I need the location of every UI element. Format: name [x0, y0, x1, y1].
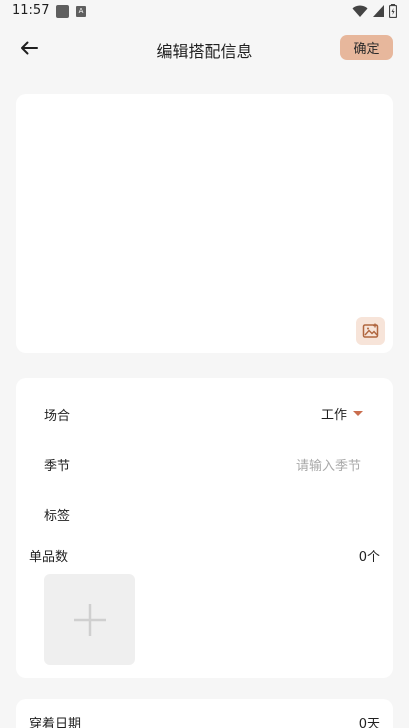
add-image-icon [362, 323, 378, 338]
confirm-button[interactable]: 确定 [340, 35, 393, 60]
season-input[interactable]: 请输入季节 [296, 455, 361, 474]
status-right-icons [352, 4, 397, 18]
occasion-label: 场合 [44, 409, 71, 424]
item-count-label: 单品数 [29, 550, 69, 565]
occasion-dropdown[interactable]: 工作 [321, 404, 363, 423]
tags-label: 标签 [44, 509, 71, 524]
caret-down-icon [353, 411, 363, 416]
wear-days-value: 0天 [358, 717, 380, 728]
status-time: 11:57 [12, 3, 50, 18]
outfit-info-form: 场合 工作 季节 请输入季节 标签 单品数 0个 [16, 378, 393, 678]
season-label: 季节 [44, 459, 71, 474]
screen: 11:57 A 编辑搭配信息 确定 场合 工作 季节 请输入季节 标签 单品数 … [0, 0, 409, 728]
wear-date-label: 穿着日期 [29, 717, 82, 728]
battery-icon [389, 4, 397, 18]
signal-icon [373, 5, 384, 17]
occasion-value: 工作 [320, 408, 347, 423]
notification-icon [56, 5, 69, 18]
notification-a-icon: A [76, 6, 86, 17]
add-image-button[interactable] [356, 317, 385, 345]
plus-icon [73, 603, 106, 636]
status-bar: 11:57 A [0, 0, 409, 24]
app-bar: 编辑搭配信息 确定 [0, 24, 409, 72]
wear-info-card: 穿着日期 0天 [16, 699, 393, 728]
item-count-value: 0个 [358, 550, 380, 565]
outfit-image-area[interactable] [16, 94, 393, 353]
add-item-button[interactable] [44, 574, 135, 665]
wifi-icon [352, 5, 368, 17]
